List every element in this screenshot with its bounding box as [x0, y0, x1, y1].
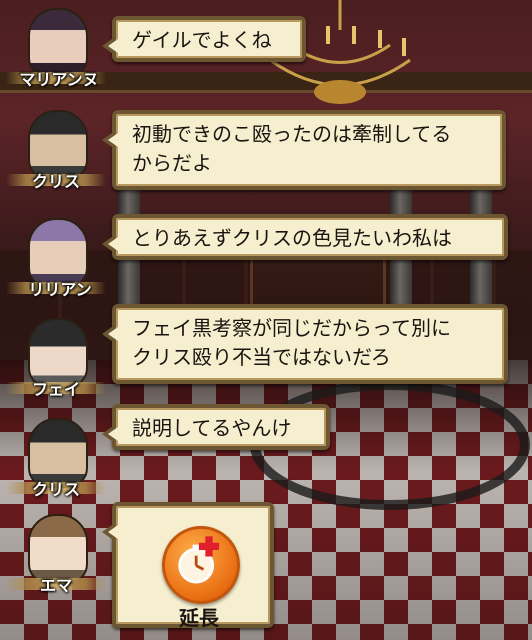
speaker-name: クリス: [31, 172, 80, 191]
speaker-name: エマ: [39, 576, 72, 595]
message-line: フェイ黒考察が同じだからって別に: [132, 316, 451, 340]
stopwatch-plus-icon: [178, 536, 220, 584]
message-line: とりあえずクリスの色見たいわ私は: [132, 226, 452, 250]
speech-bubble: 初動できのこ殴ったのは牽制してる からだよ: [102, 110, 506, 190]
speech-bubble: 説明してるやんけ: [102, 404, 330, 450]
avatar[interactable]: クリス: [6, 412, 106, 512]
speech-bubble: ゲイルでよくね: [102, 16, 306, 62]
message-line: からだよ: [132, 151, 212, 175]
avatar[interactable]: クリス: [6, 104, 106, 204]
avatar[interactable]: リリアン: [6, 212, 106, 312]
message-line: ゲイルでよくね: [132, 28, 272, 52]
speaker-name: マリアンヌ: [19, 70, 99, 89]
extend-button[interactable]: [162, 526, 240, 604]
speech-bubble: とりあえずクリスの色見たいわ私は: [102, 214, 508, 260]
speaker-name: リリアン: [28, 280, 92, 299]
avatar[interactable]: マリアンヌ: [6, 2, 106, 102]
avatar[interactable]: エマ: [6, 508, 106, 608]
extend-label: 延長: [179, 606, 219, 630]
speaker-name: クリス: [31, 480, 80, 499]
message-line: 初動できのこ殴ったのは牽制してる: [132, 122, 452, 146]
speech-bubble: フェイ黒考察が同じだからって別に クリス殴り不当ではないだろ: [102, 304, 508, 384]
avatar[interactable]: フェイ: [6, 312, 106, 412]
speaker-name: フェイ: [31, 380, 80, 399]
message-line: クリス殴り不当ではないだろ: [132, 345, 391, 369]
message-line: 説明してるやんけ: [132, 416, 292, 440]
